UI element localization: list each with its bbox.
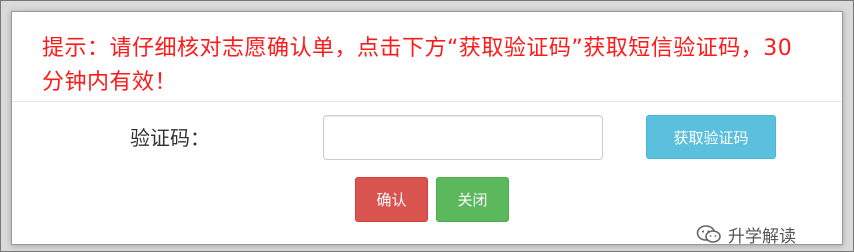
close-button[interactable]: 关闭 <box>436 177 509 222</box>
watermark: 升学解读 <box>696 221 796 247</box>
verification-code-label: 验证码： <box>130 126 210 150</box>
wechat-icon <box>696 225 721 243</box>
verification-code-input[interactable] <box>323 115 603 160</box>
get-code-button[interactable]: 获取验证码 <box>646 115 776 159</box>
page-background: 提示：请仔细核对志愿确认单，点击下方“获取验证码”获取短信验证码，30分钟内有效… <box>0 0 854 252</box>
confirm-button[interactable]: 确认 <box>355 177 428 222</box>
verification-dialog: 提示：请仔细核对志愿确认单，点击下方“获取验证码”获取短信验证码，30分钟内有效… <box>11 11 843 245</box>
watermark-text: 升学解读 <box>728 226 796 247</box>
notice-text: 提示：请仔细核对志愿确认单，点击下方“获取验证码”获取短信验证码，30分钟内有效… <box>42 36 793 95</box>
divider <box>12 101 842 102</box>
